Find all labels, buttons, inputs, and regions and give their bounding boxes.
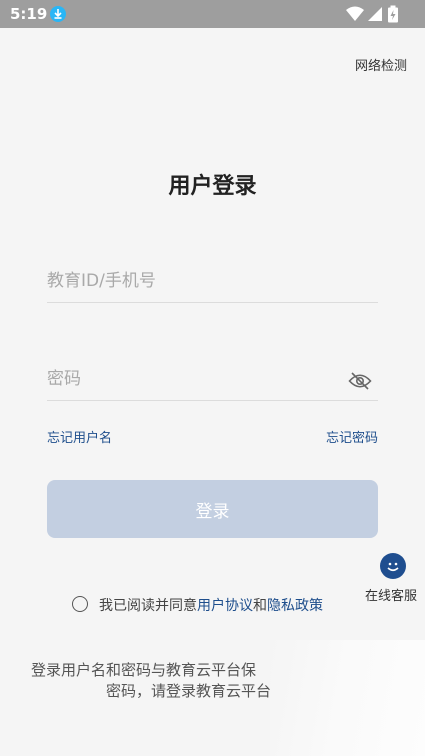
forgot-username-link[interactable]: 忘记用户名	[47, 427, 112, 446]
account-field	[47, 262, 378, 303]
customer-service-label[interactable]: 在线客服	[365, 585, 417, 604]
eye-off-icon[interactable]	[348, 370, 372, 392]
account-input[interactable]	[47, 262, 327, 300]
login-button[interactable]: 登录	[47, 480, 378, 538]
download-icon	[50, 6, 66, 22]
agreement-and: 和	[253, 598, 267, 614]
notice-fade-overlay	[270, 640, 425, 756]
status-bar: 5:19	[0, 0, 425, 28]
network-check-link[interactable]: 网络检测	[355, 55, 407, 74]
page-title: 用户登录	[168, 174, 257, 199]
status-time: 5:19	[10, 5, 48, 23]
agreement-prefix: 我已阅读并同意	[99, 598, 197, 614]
password-input[interactable]	[47, 360, 327, 398]
signal-icon	[368, 7, 382, 21]
customer-service-icon[interactable]	[380, 553, 406, 579]
wifi-icon	[346, 6, 364, 21]
privacy-policy-link[interactable]: 隐私政策	[267, 598, 323, 614]
user-agreement-link[interactable]: 用户协议	[197, 598, 253, 614]
agreement-radio[interactable]	[72, 596, 88, 612]
forgot-password-link[interactable]: 忘记密码	[326, 427, 378, 446]
battery-icon	[388, 5, 398, 23]
agreement-text: 我已阅读并同意用户协议和隐私政策	[99, 595, 323, 615]
password-field	[47, 360, 378, 401]
